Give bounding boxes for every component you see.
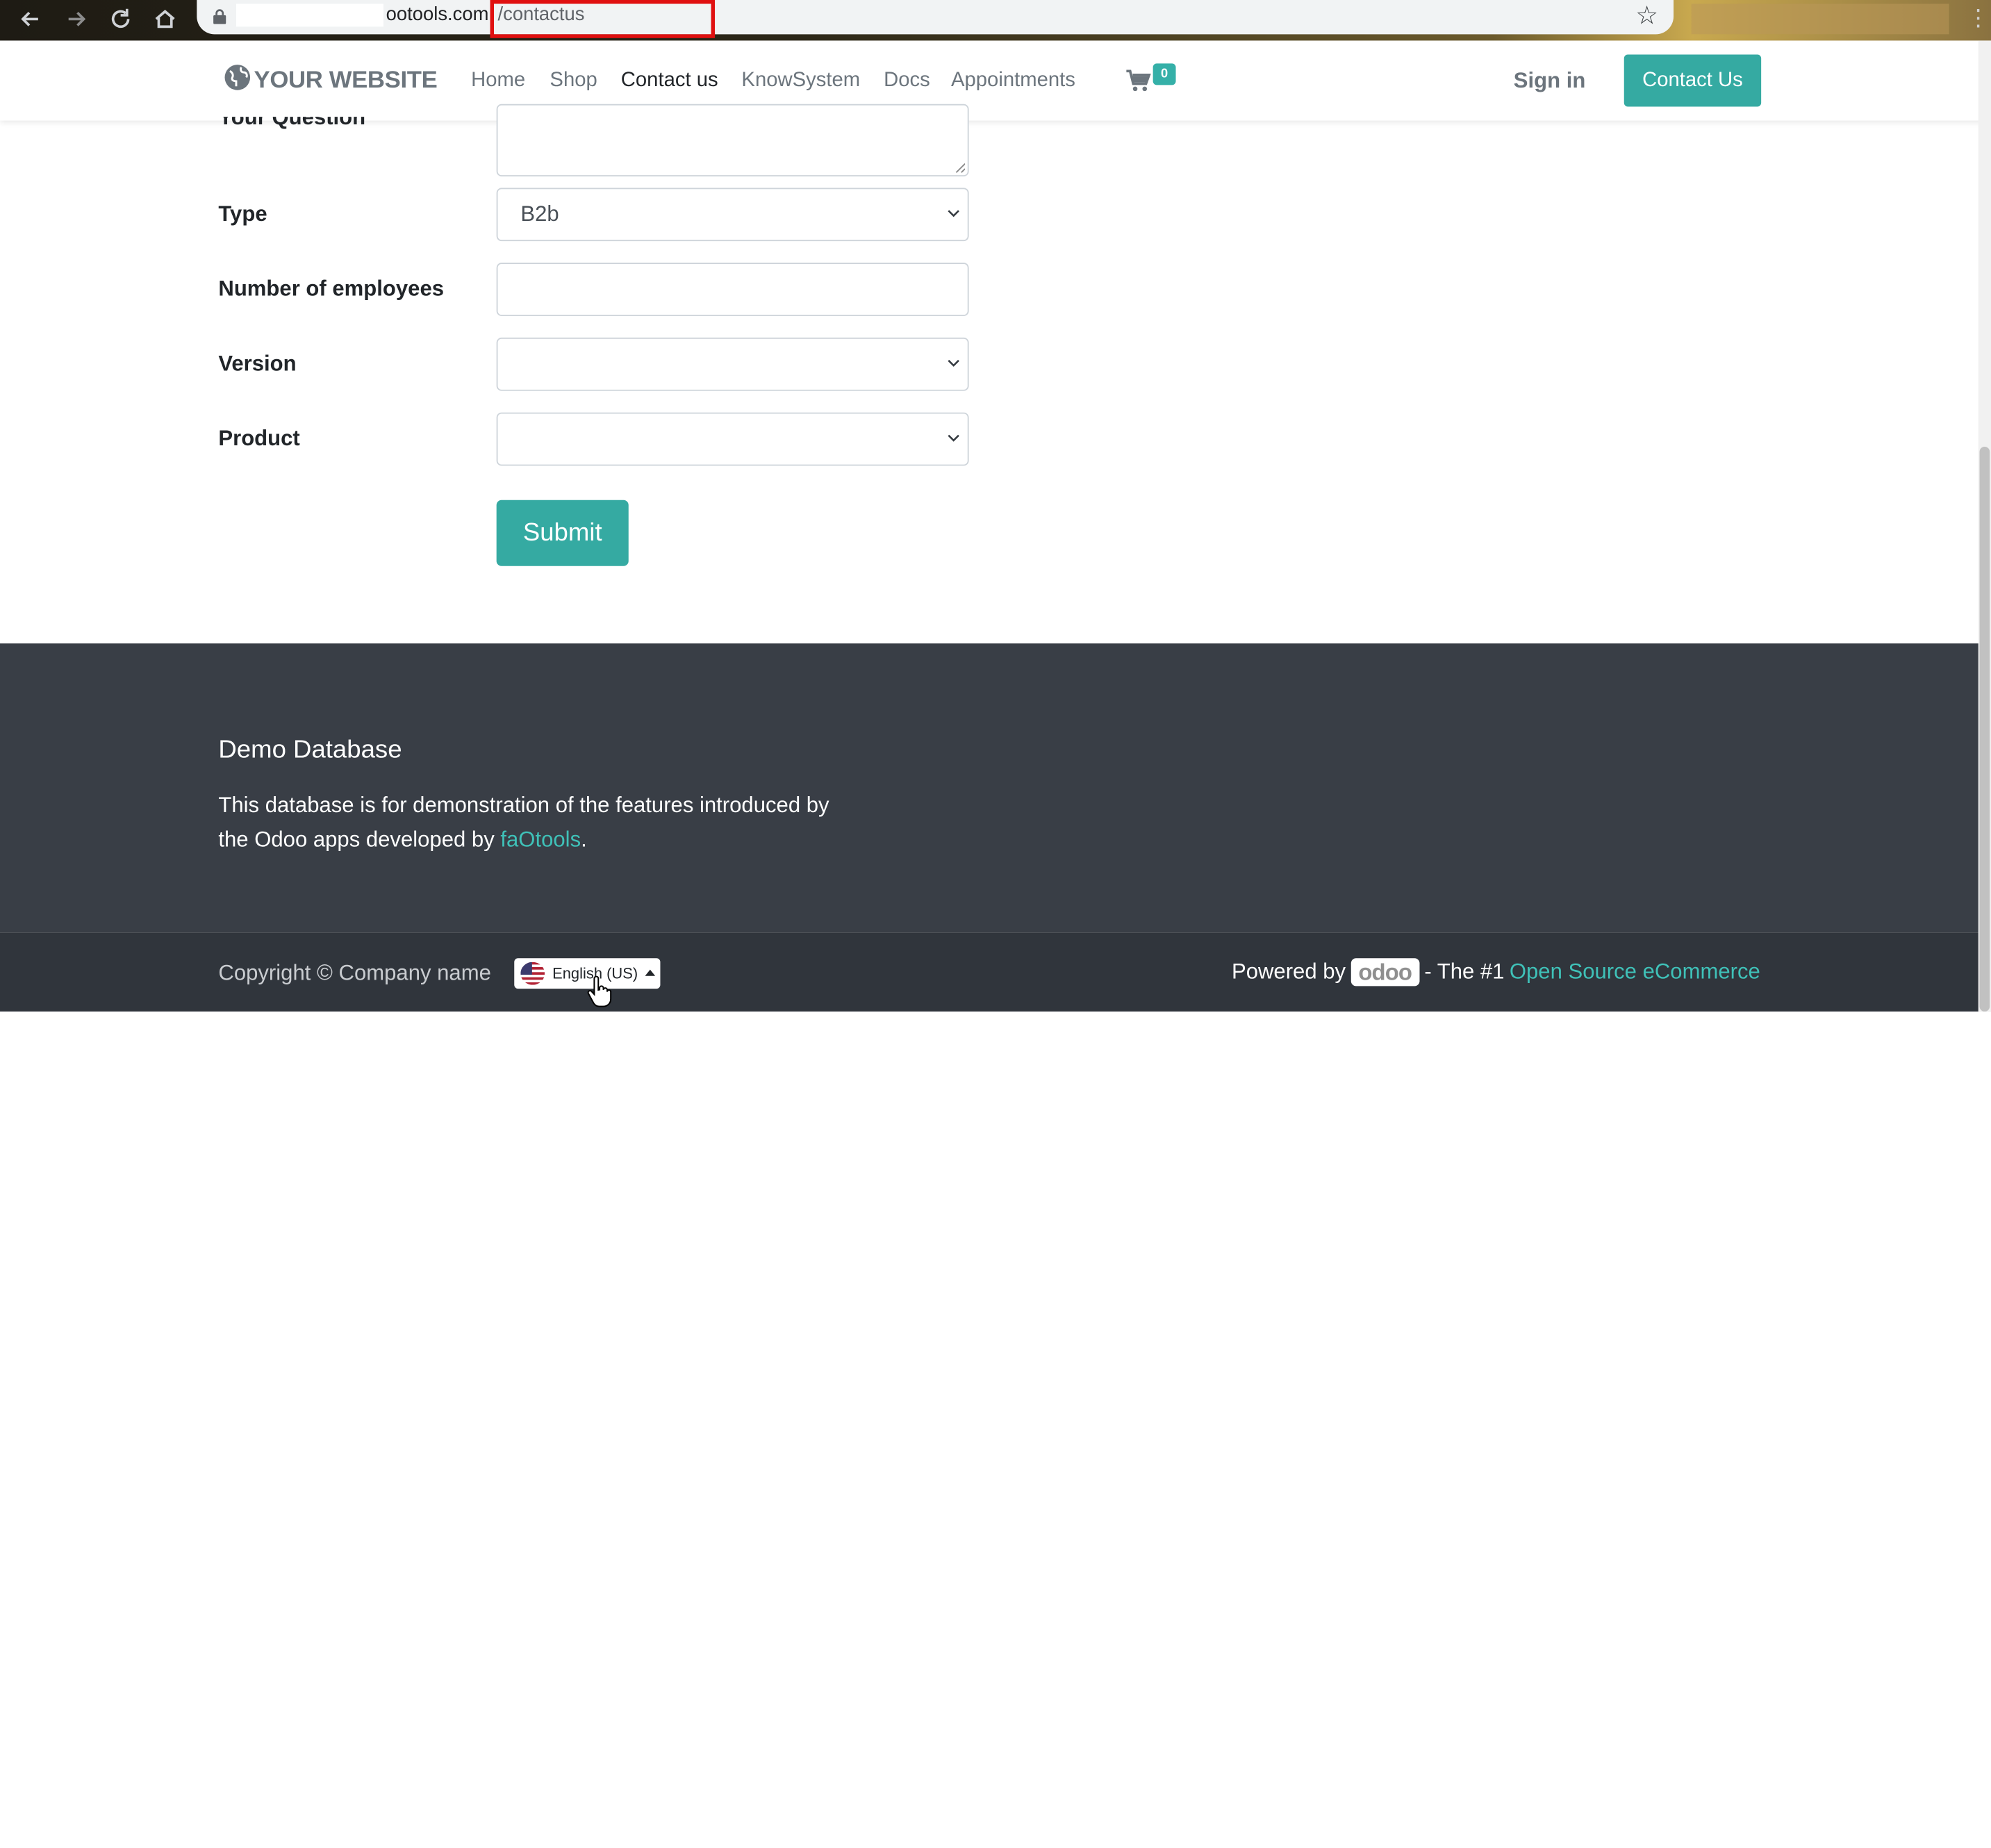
employees-label: Number of employees <box>218 277 445 301</box>
cart-count-badge: 0 <box>1153 63 1176 85</box>
type-select[interactable]: B2b <box>496 188 969 242</box>
version-label: Version <box>218 352 297 376</box>
url-redaction <box>236 3 383 27</box>
reload-icon[interactable] <box>107 5 135 33</box>
chevron-down-icon <box>948 210 959 217</box>
site-logo[interactable]: YOUR WEBSITE <box>224 63 438 99</box>
footer-description: This database is for demonstration of th… <box>218 789 853 857</box>
blurred-region <box>1691 3 1949 35</box>
nav-docs[interactable]: Docs <box>884 67 930 95</box>
type-select-value: B2b <box>520 201 559 226</box>
footer-text-end: . <box>581 827 587 851</box>
footer <box>0 643 1991 933</box>
scrollbar-thumb[interactable] <box>1979 447 1990 1012</box>
copyright-text: Copyright © Company name <box>218 960 491 985</box>
version-select[interactable] <box>496 337 969 391</box>
submit-button[interactable]: Submit <box>496 500 629 566</box>
type-label: Type <box>218 201 267 226</box>
powered-by: Powered by odoo - The #1 Open Source eCo… <box>1231 958 1760 987</box>
powered-by-text: Powered by <box>1231 959 1346 984</box>
kebab-menu-icon[interactable]: ⋮ <box>1967 5 1990 31</box>
odoo-logo[interactable]: odoo <box>1350 958 1420 987</box>
nav-shop[interactable]: Shop <box>550 67 597 95</box>
us-flag-icon <box>520 962 545 985</box>
nav-knowsystem[interactable]: KnowSystem <box>741 67 860 95</box>
hand-cursor-icon <box>586 975 612 1009</box>
resize-grip-icon[interactable] <box>955 163 966 173</box>
globe-icon <box>224 63 251 99</box>
employees-input[interactable] <box>496 263 969 316</box>
star-icon[interactable]: ☆ <box>1635 3 1658 31</box>
back-icon[interactable] <box>17 5 44 33</box>
forward-icon[interactable] <box>63 5 90 33</box>
nav-contact-us[interactable]: Contact us <box>621 67 718 95</box>
the-number-one-text: - The #1 <box>1424 959 1505 984</box>
footer-title: Demo Database <box>218 736 402 764</box>
url-domain: ootools.com <box>386 3 489 26</box>
nav-appointments[interactable]: Appointments <box>951 67 1075 95</box>
url-highlight-box <box>490 0 716 38</box>
question-textarea[interactable] <box>496 104 969 176</box>
chevron-down-icon <box>948 434 959 442</box>
faotools-link[interactable]: faOtools <box>500 827 581 851</box>
ecommerce-link[interactable]: Open Source eCommerce <box>1510 958 1760 986</box>
home-icon[interactable] <box>151 5 179 33</box>
product-label: Product <box>218 426 300 451</box>
lock-icon[interactable] <box>213 8 226 24</box>
sign-in-link[interactable]: Sign in <box>1514 67 1586 95</box>
caret-up-icon <box>645 969 656 976</box>
product-select[interactable] <box>496 412 969 466</box>
cart-icon[interactable] <box>1126 69 1152 92</box>
nav-home[interactable]: Home <box>471 67 525 95</box>
logo-text: YOUR WEBSITE <box>254 67 438 94</box>
contact-us-button[interactable]: Contact Us <box>1624 54 1762 107</box>
chevron-down-icon <box>948 359 959 367</box>
